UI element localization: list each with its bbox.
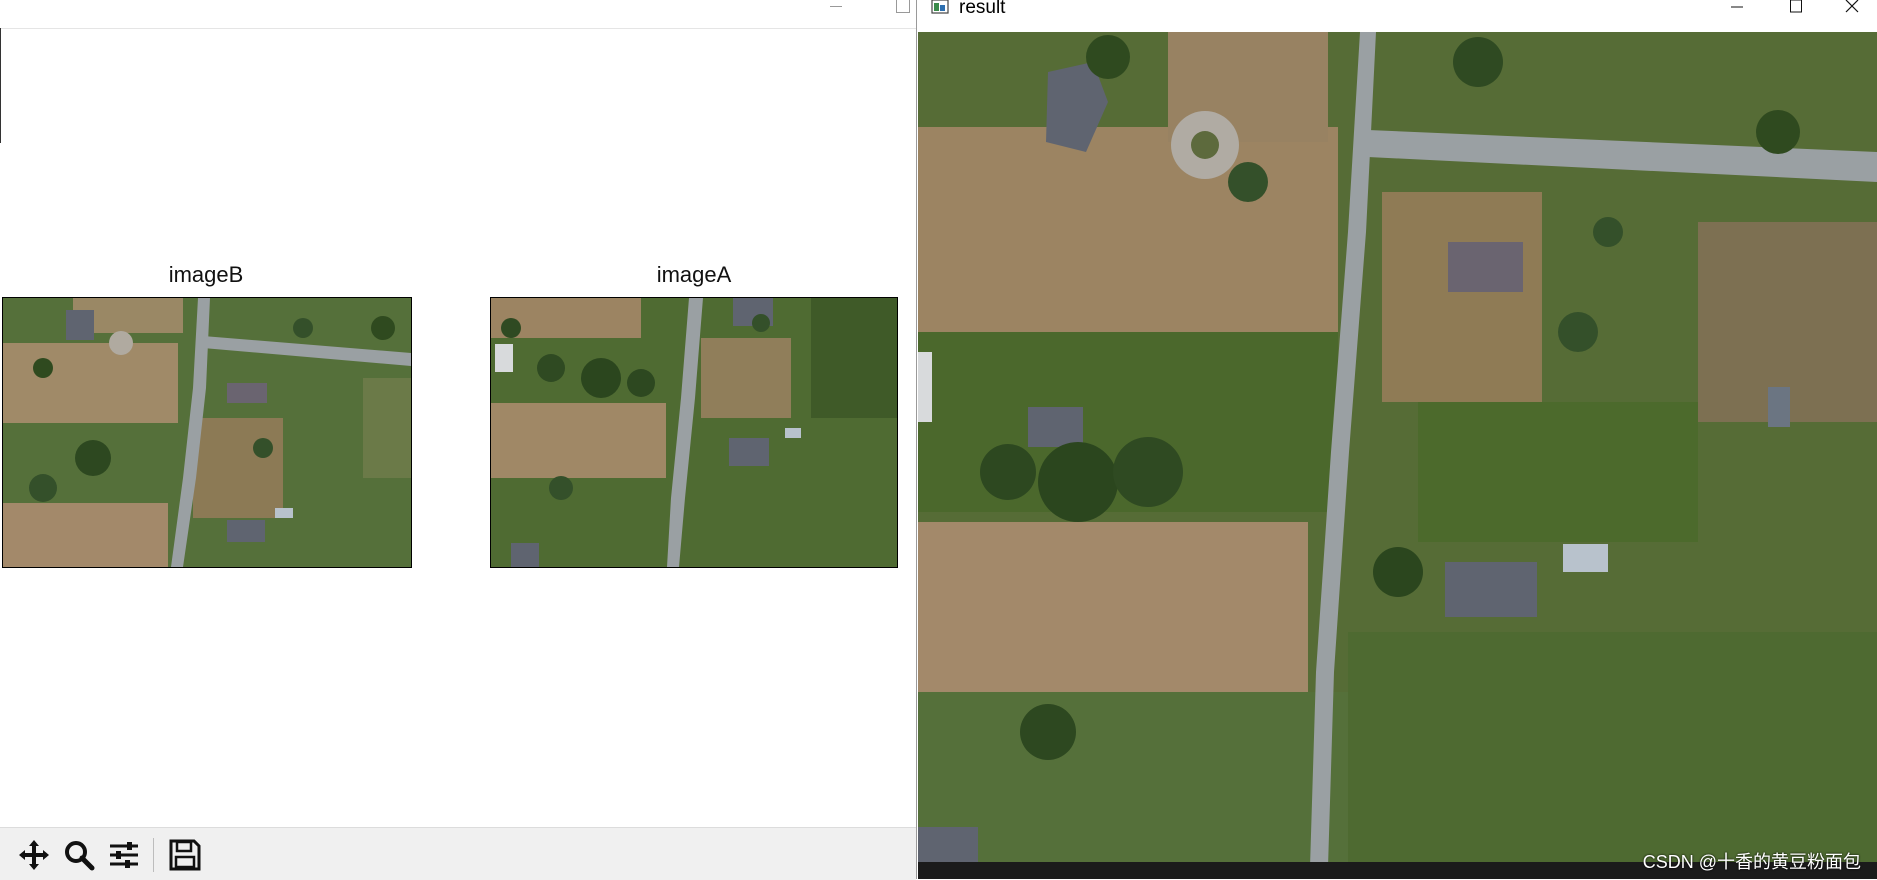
window-title: result	[959, 0, 1006, 18]
save-button[interactable]	[165, 835, 205, 875]
app-icon	[931, 0, 949, 14]
sliders-icon	[110, 842, 138, 868]
zoom-button[interactable]	[59, 835, 99, 875]
window-border	[916, 0, 917, 879]
aerial-image-a	[491, 298, 897, 567]
floppy-disk-icon	[169, 839, 201, 871]
subplot-title-imageB: imageB	[168, 262, 244, 287]
aerial-image-b	[3, 298, 411, 567]
move-arrows-icon	[19, 840, 49, 870]
result-title-bar: result	[917, 0, 1877, 32]
minimize-button[interactable]	[1714, 0, 1760, 14]
close-button[interactable]	[1829, 0, 1875, 14]
magnifier-icon	[65, 841, 95, 871]
aerial-panorama	[918, 32, 1877, 867]
maximize-icon	[1790, 0, 1802, 13]
subplot-title-imageA: imageA	[656, 262, 732, 287]
maximize-button[interactable]	[1773, 0, 1819, 14]
close-icon	[1845, 0, 1859, 13]
subplot-image-imageB	[2, 297, 412, 568]
watermark: CSDN @十香的黄豆粉面包	[1642, 852, 1861, 872]
subplot-image-imageA	[490, 297, 898, 568]
minimize-button[interactable]	[826, 0, 846, 14]
navigation-toolbar	[0, 827, 916, 880]
toolbar-separator	[153, 838, 154, 872]
result-window: result CSDN @十香的黄豆粉面包	[916, 0, 1877, 879]
maximize-button[interactable]	[896, 0, 910, 13]
matplotlib-figure-window: imageB imageA	[0, 0, 916, 880]
stitched-result-image	[918, 32, 1877, 867]
pan-button[interactable]	[14, 835, 54, 875]
figure-title-bar	[0, 0, 916, 29]
configure-subplots-button[interactable]	[104, 835, 144, 875]
minimize-icon	[1731, 6, 1743, 8]
window-edge	[0, 28, 1, 143]
